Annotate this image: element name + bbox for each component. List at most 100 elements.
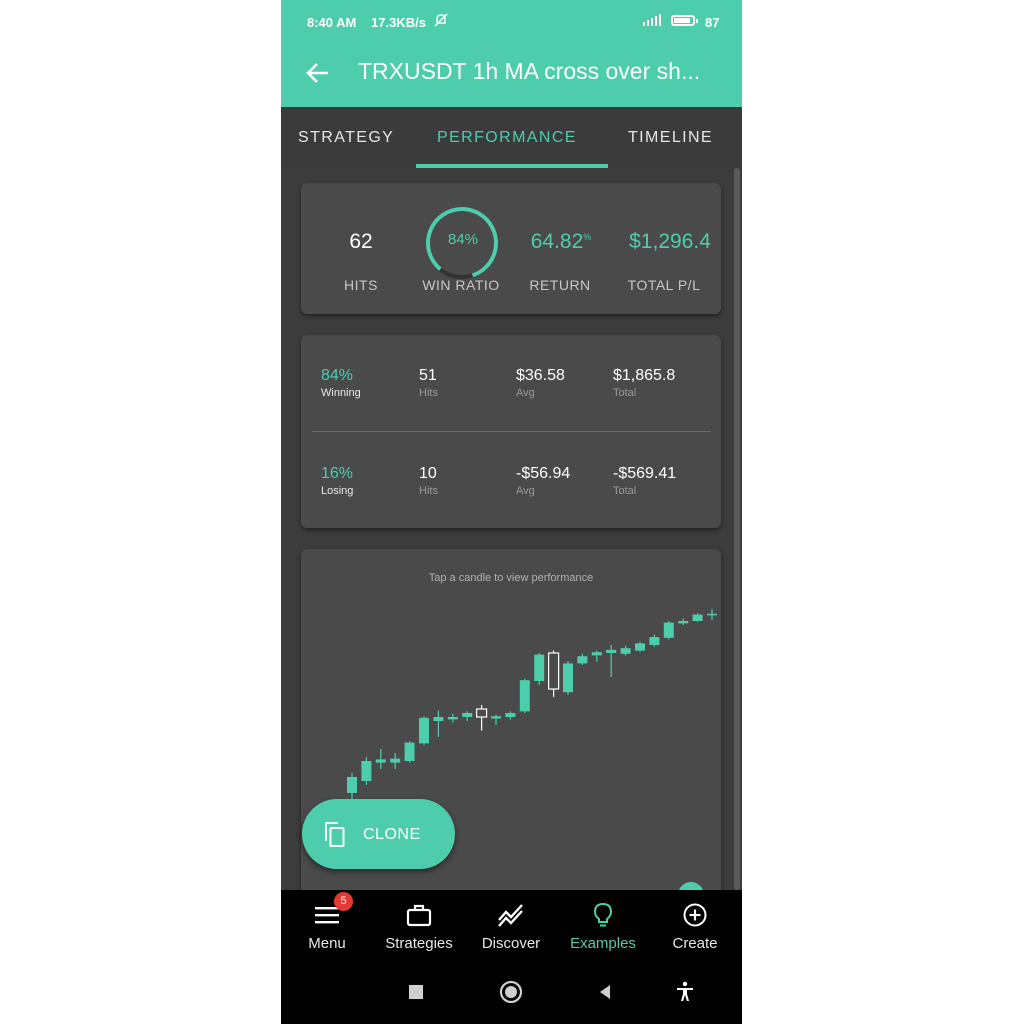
clone-button[interactable]: CLONE xyxy=(302,799,455,869)
candle[interactable] xyxy=(548,650,560,697)
candle[interactable] xyxy=(419,716,429,745)
home-icon[interactable] xyxy=(499,980,523,1004)
tab-performance[interactable]: PERFORMANCE xyxy=(437,129,577,147)
candle-body xyxy=(606,649,617,653)
scrollbar[interactable] xyxy=(734,168,740,890)
candle[interactable] xyxy=(347,773,357,801)
accessibility-icon[interactable] xyxy=(673,980,697,1004)
bell-muted-icon xyxy=(434,13,448,30)
nav-discover[interactable]: Discover xyxy=(465,890,557,960)
candle-body xyxy=(433,717,444,721)
candle[interactable] xyxy=(591,650,602,662)
candle[interactable] xyxy=(635,641,645,653)
status-network-speed: 17.3KB/s xyxy=(371,15,426,30)
hits-value: 62 xyxy=(349,230,373,253)
nav-create[interactable]: Create xyxy=(649,890,741,960)
candle-body xyxy=(707,613,717,616)
tab-strategy[interactable]: STRATEGY xyxy=(298,129,394,147)
bottom-nav: 5 Menu Strategies Discover Examples Crea… xyxy=(281,890,742,960)
return-number: 64.82 xyxy=(530,230,584,253)
candle[interactable] xyxy=(462,711,473,721)
winning-avg: $36.58 xyxy=(516,367,565,384)
candle-body xyxy=(390,758,401,763)
candle[interactable] xyxy=(649,634,660,647)
back-arrow-icon[interactable] xyxy=(303,58,333,88)
nav-menu[interactable]: 5 Menu xyxy=(281,890,373,960)
tab-bar: STRATEGY PERFORMANCE TIMELINE xyxy=(281,107,742,168)
winning-total-label: Total xyxy=(613,387,637,399)
candle[interactable] xyxy=(707,609,717,621)
candle[interactable] xyxy=(692,613,703,622)
candle[interactable] xyxy=(678,618,689,625)
winning-hits: 51 xyxy=(419,367,437,384)
losing-pct: 16% xyxy=(321,465,354,482)
losing-hits-label: Hits xyxy=(419,485,438,497)
nav-examples[interactable]: Examples xyxy=(557,890,649,960)
candle[interactable] xyxy=(620,645,631,656)
nav-create-label: Create xyxy=(672,935,718,952)
candle[interactable] xyxy=(534,653,545,685)
copy-icon xyxy=(325,822,345,847)
candle-body xyxy=(678,621,689,624)
candle[interactable] xyxy=(375,749,386,769)
winning-pct: 84% xyxy=(321,367,354,384)
winning-avg-label: Avg xyxy=(516,387,535,399)
candle[interactable] xyxy=(361,757,372,785)
candle[interactable] xyxy=(491,714,501,725)
candle-body xyxy=(620,648,631,654)
total-pl-value: $1,296.4 xyxy=(629,230,711,253)
divider xyxy=(312,431,711,432)
candle-body xyxy=(476,708,488,718)
candle[interactable] xyxy=(476,705,488,731)
candle-body xyxy=(519,680,530,712)
candle[interactable] xyxy=(404,741,415,763)
status-time: 8:40 AM xyxy=(307,15,357,30)
candle[interactable] xyxy=(663,621,674,640)
lightbulb-icon xyxy=(593,902,613,927)
tab-timeline[interactable]: TIMELINE xyxy=(628,129,713,147)
total-pl-label: TOTAL P/L xyxy=(627,277,701,293)
signal-icon xyxy=(641,13,663,30)
candle-body xyxy=(635,643,645,651)
candle-body xyxy=(591,652,602,656)
candle[interactable] xyxy=(577,653,588,665)
winning-total: $1,865.8 xyxy=(613,367,676,384)
system-nav-bar xyxy=(281,960,742,1024)
candle-body xyxy=(548,652,560,690)
candle-body xyxy=(577,656,588,664)
nav-examples-label: Examples xyxy=(570,935,636,952)
candle-body xyxy=(649,637,660,645)
losing-avg-label: Avg xyxy=(516,485,535,497)
candle[interactable] xyxy=(447,713,458,723)
candle[interactable] xyxy=(519,678,530,713)
recents-icon[interactable] xyxy=(404,980,428,1004)
winning-label: Winning xyxy=(321,387,361,399)
losing-label: Losing xyxy=(321,485,354,497)
losing-hits: 10 xyxy=(419,465,437,482)
losing-avg: -$56.94 xyxy=(516,465,571,482)
candle[interactable] xyxy=(606,645,617,677)
candle[interactable] xyxy=(390,753,401,769)
nav-strategies[interactable]: Strategies xyxy=(373,890,465,960)
chart-line-icon xyxy=(498,904,523,927)
candle-body xyxy=(563,663,573,693)
candle-body xyxy=(692,614,703,621)
notification-badge: 5 xyxy=(334,892,353,911)
candle[interactable] xyxy=(563,661,573,695)
return-unit: % xyxy=(583,232,592,242)
candle-body xyxy=(347,777,357,793)
candle-body xyxy=(447,717,458,720)
status-bar: 8:40 AM 17.3KB/s 87 xyxy=(281,0,742,44)
return-label: RETURN xyxy=(529,277,591,293)
winning-hits-label: Hits xyxy=(419,387,438,399)
win-ratio-value: 84% xyxy=(447,231,479,248)
back-icon[interactable] xyxy=(593,980,617,1004)
losing-total-label: Total xyxy=(613,485,637,497)
candle[interactable] xyxy=(433,710,444,737)
candle[interactable] xyxy=(505,711,516,720)
page-title: TRXUSDT 1h MA cross over sh... xyxy=(358,58,701,84)
losing-total: -$569.41 xyxy=(613,465,677,482)
summary-card: 62 HITS 84% WIN RATIO 64.82% RETURN $1,2… xyxy=(301,183,721,314)
hits-label: HITS xyxy=(344,277,378,293)
candle-body xyxy=(419,717,429,744)
